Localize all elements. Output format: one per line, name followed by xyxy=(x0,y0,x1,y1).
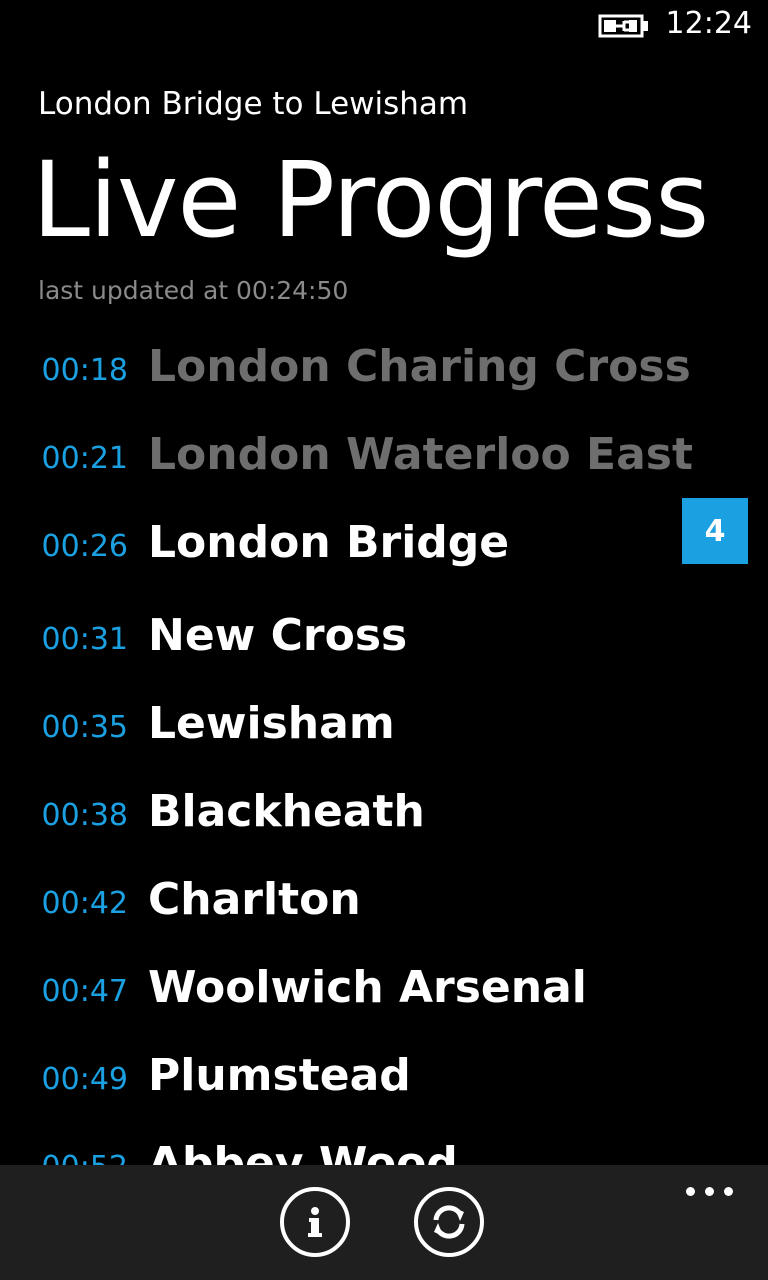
platform-badge: 4 xyxy=(682,498,748,564)
info-icon xyxy=(308,1207,322,1237)
stop-name: Charlton xyxy=(148,874,361,925)
stop-row[interactable]: 00:26 London Bridge xyxy=(0,494,768,582)
page-title: Live Progress xyxy=(32,139,709,261)
status-clock: 12:24 xyxy=(665,6,752,41)
stop-name: Woolwich Arsenal xyxy=(148,962,587,1013)
stop-time: 00:18 xyxy=(41,353,128,388)
stop-name: Blackheath xyxy=(148,786,425,837)
stop-time: 00:31 xyxy=(41,622,128,657)
battery-charging-icon xyxy=(598,14,648,38)
last-updated-text: last updated at 00:24:50 xyxy=(38,276,349,305)
more-dots-icon xyxy=(686,1187,695,1196)
stop-row[interactable]: 00:42 Charlton xyxy=(0,851,768,939)
stop-row[interactable]: 00:47 Woolwich Arsenal xyxy=(0,939,768,1027)
stop-name: London Charing Cross xyxy=(148,341,691,392)
status-bar: 12:24 xyxy=(0,0,768,50)
more-options-button[interactable] xyxy=(684,1181,734,1201)
stop-row[interactable]: 00:49 Plumstead xyxy=(0,1027,768,1115)
stop-list[interactable]: 00:18 London Charing Cross 00:21 London Wat… xyxy=(0,318,768,1166)
stop-row[interactable]: 00:21 London Waterloo East xyxy=(0,406,768,494)
stop-time: 00:52 xyxy=(42,1150,128,1166)
app-bar xyxy=(0,1165,768,1280)
stop-time: 00:49 xyxy=(41,1062,128,1097)
stop-name: Plumstead xyxy=(148,1050,411,1101)
stop-row[interactable]: 00:18 London Charing Cross xyxy=(0,318,768,406)
stop-name: Abbey Wood xyxy=(148,1138,458,1166)
stop-time: 00:35 xyxy=(41,710,128,745)
stop-time: 00:21 xyxy=(41,441,128,476)
stop-name: London Bridge xyxy=(148,517,510,568)
route-subtitle: London Bridge to Lewisham xyxy=(38,86,469,122)
stop-row[interactable]: 00:35 Lewisham xyxy=(0,675,768,763)
stop-row[interactable]: 00:38 Blackheath xyxy=(0,763,768,851)
stop-row[interactable]: 00:52 Abbey Wood xyxy=(0,1115,768,1166)
stop-time: 00:47 xyxy=(41,974,128,1009)
stop-name: London Waterloo East xyxy=(148,429,694,480)
stop-time: 00:38 xyxy=(41,798,128,833)
stop-name: Lewisham xyxy=(148,698,395,749)
stop-time: 00:26 xyxy=(41,529,128,564)
refresh-button[interactable] xyxy=(414,1187,484,1257)
info-button[interactable] xyxy=(280,1187,350,1257)
stop-row[interactable]: 00:31 New Cross xyxy=(0,587,768,675)
stop-time: 00:42 xyxy=(41,886,128,921)
stop-name: New Cross xyxy=(148,610,408,661)
refresh-icon xyxy=(433,1205,465,1239)
